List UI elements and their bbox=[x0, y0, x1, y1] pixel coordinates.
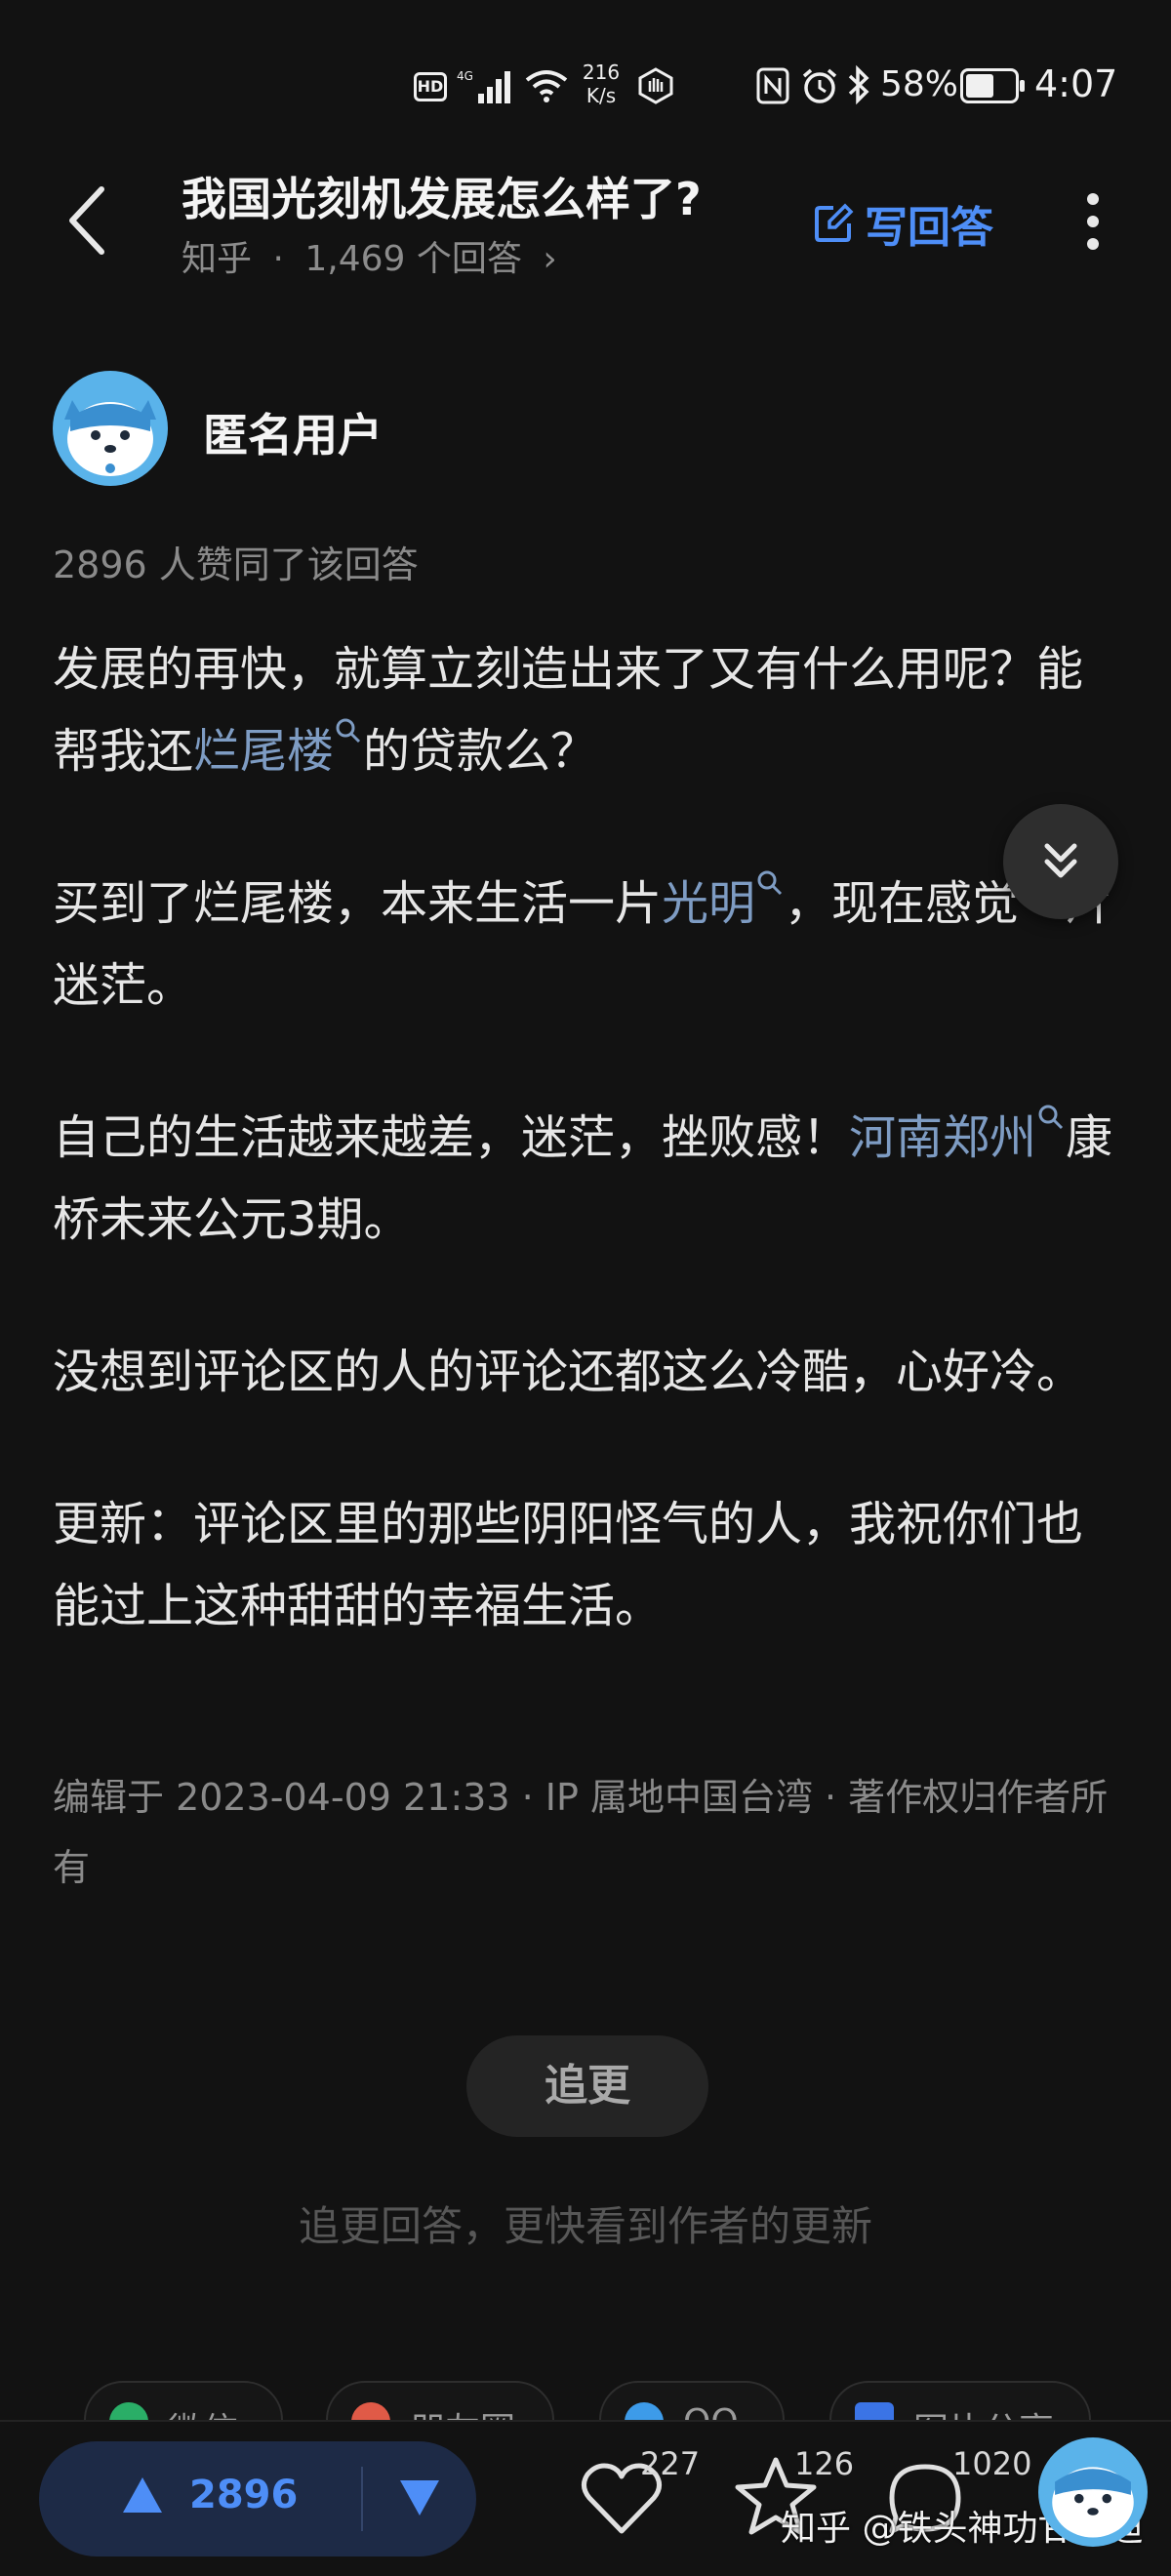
speed-value: 216 bbox=[582, 60, 621, 84]
mascot-avatar-icon bbox=[64, 400, 156, 476]
share-wechat-button[interactable]: 微信 bbox=[84, 2381, 283, 2420]
share-label: 图片分享 bbox=[913, 2402, 1054, 2420]
paragraph: 发展的再快，就算立刻造出来了又有什么用呢？能帮我还烂尾楼 的贷款么？ bbox=[53, 628, 1126, 792]
assistant-mascot-button[interactable] bbox=[1038, 2437, 1148, 2547]
double-chevron-down-icon bbox=[1044, 843, 1077, 878]
vote-divider bbox=[361, 2467, 363, 2531]
answer-content: 发展的再快，就算立刻造出来了又有什么用呢？能帮我还烂尾楼 的贷款么？ 买到了烂尾楼… bbox=[53, 628, 1126, 1717]
separator-dot: · bbox=[272, 239, 284, 279]
comment-count: 1020 bbox=[952, 2445, 1032, 2482]
search-icon bbox=[1038, 1105, 1064, 1130]
downvote-icon[interactable] bbox=[398, 2478, 441, 2517]
image-share-icon bbox=[855, 2402, 894, 2420]
paragraph: 更新：评论区里的那些阴阳怪气的人，我祝你们也能过上这种甜甜的幸福生活。 bbox=[53, 1497, 1084, 1633]
like-count: 227 bbox=[640, 2445, 701, 2482]
battery-percent: 58% bbox=[880, 64, 959, 104]
search-link[interactable]: 光明 bbox=[662, 870, 785, 931]
share-moments-button[interactable]: 朋友圈 bbox=[326, 2381, 554, 2420]
follow-update-button[interactable]: 追更 bbox=[466, 2035, 708, 2137]
moments-icon bbox=[351, 2402, 390, 2420]
bottom-action-bar: 2896 227 126 1020 知乎 @铁头神功甘乃迪 bbox=[0, 2420, 1171, 2576]
signal-icon: 4G bbox=[457, 69, 510, 103]
upvote-summary: 2896 人赞同了该回答 bbox=[53, 543, 419, 586]
search-icon bbox=[336, 718, 361, 744]
network-type: 4G bbox=[457, 69, 473, 83]
follow-hint: 追更回答，更快看到作者的更新 bbox=[298, 2202, 872, 2250]
vote-pill: 2896 bbox=[39, 2441, 476, 2556]
more-icon[interactable] bbox=[1073, 187, 1112, 256]
qq-icon bbox=[625, 2402, 664, 2420]
upvote-count: 2896 bbox=[189, 2473, 299, 2517]
text-segment: 的贷款么？ bbox=[363, 724, 598, 779]
battery-fill bbox=[966, 74, 993, 98]
status-bar: HD 4G 216 K/s 58% 4:07 bbox=[0, 0, 1171, 146]
network-speed: 216 K/s bbox=[576, 60, 626, 107]
write-answer-label: 写回答 bbox=[865, 203, 993, 253]
hd-icon: HD bbox=[414, 72, 447, 101]
search-link[interactable]: 河南郑州 bbox=[849, 1105, 1066, 1165]
battery-tip bbox=[1020, 80, 1025, 92]
author-name[interactable]: 匿名用户 bbox=[203, 400, 383, 464]
answers-count: 1,469 个回答 bbox=[304, 239, 522, 279]
battery-icon bbox=[960, 68, 1025, 103]
alarm-icon bbox=[802, 68, 837, 103]
write-answer-button[interactable]: 写回答 bbox=[812, 189, 993, 258]
nfc-icon bbox=[756, 67, 789, 104]
share-qq-button[interactable]: QQ bbox=[599, 2381, 785, 2420]
source-label: 知乎 bbox=[182, 239, 253, 279]
search-link[interactable]: 烂尾楼 bbox=[193, 718, 363, 779]
mascot-icon bbox=[1052, 2467, 1134, 2538]
favorite-count: 126 bbox=[794, 2445, 855, 2482]
search-icon bbox=[757, 870, 783, 896]
edit-meta: 编辑于 2023-04-09 21:33 · IP 属地中国台湾 · 著作权归作… bbox=[53, 1776, 1109, 1889]
share-label: 朋友圈 bbox=[410, 2402, 515, 2420]
wechat-icon bbox=[109, 2402, 148, 2420]
back-icon[interactable] bbox=[59, 181, 117, 260]
question-meta[interactable]: 知乎 · 1,469 个回答 › bbox=[182, 230, 557, 281]
avatar[interactable] bbox=[53, 371, 168, 486]
link-text: 河南郑州 bbox=[849, 1110, 1037, 1165]
question-title[interactable]: 我国光刻机发展怎么样了? bbox=[182, 164, 702, 228]
top-bar: 我国光刻机发展怎么样了? 知乎 · 1,469 个回答 › 写回答 bbox=[0, 146, 1171, 293]
link-text: 光明 bbox=[662, 876, 756, 931]
speed-unit: K/s bbox=[586, 84, 617, 107]
wifi-icon bbox=[525, 70, 568, 102]
share-row: 微信 朋友圈 QQ 图片分享 bbox=[0, 2381, 1171, 2420]
paragraph: 自己的生活越来越差，迷茫，挫败感！河南郑州 康桥未来公元3期。 bbox=[53, 1097, 1126, 1261]
text-segment: 自己的生活越来越差，迷茫，挫败感！ bbox=[53, 1110, 850, 1165]
hand-icon bbox=[638, 67, 673, 104]
link-text: 烂尾楼 bbox=[193, 724, 335, 779]
clock: 4:07 bbox=[1034, 62, 1118, 105]
upvote-icon bbox=[123, 2477, 162, 2513]
upvote-button[interactable]: 2896 bbox=[121, 2473, 298, 2517]
share-label: QQ bbox=[683, 2402, 739, 2420]
share-label: 微信 bbox=[168, 2402, 238, 2420]
share-image-button[interactable]: 图片分享 bbox=[829, 2381, 1091, 2420]
paragraph: 没想到评论区的人的评论还都这么冷酷，心好冷。 bbox=[53, 1345, 1084, 1399]
collapse-button[interactable] bbox=[1003, 804, 1118, 919]
text-segment: 买到了烂尾楼，本来生活一片 bbox=[53, 876, 663, 931]
chevron-right-icon: › bbox=[543, 239, 557, 279]
paragraph: 买到了烂尾楼，本来生活一片光明 ，现在感觉一片迷茫。 bbox=[53, 863, 1126, 1026]
edit-icon bbox=[815, 203, 854, 242]
bluetooth-icon bbox=[848, 64, 869, 105]
